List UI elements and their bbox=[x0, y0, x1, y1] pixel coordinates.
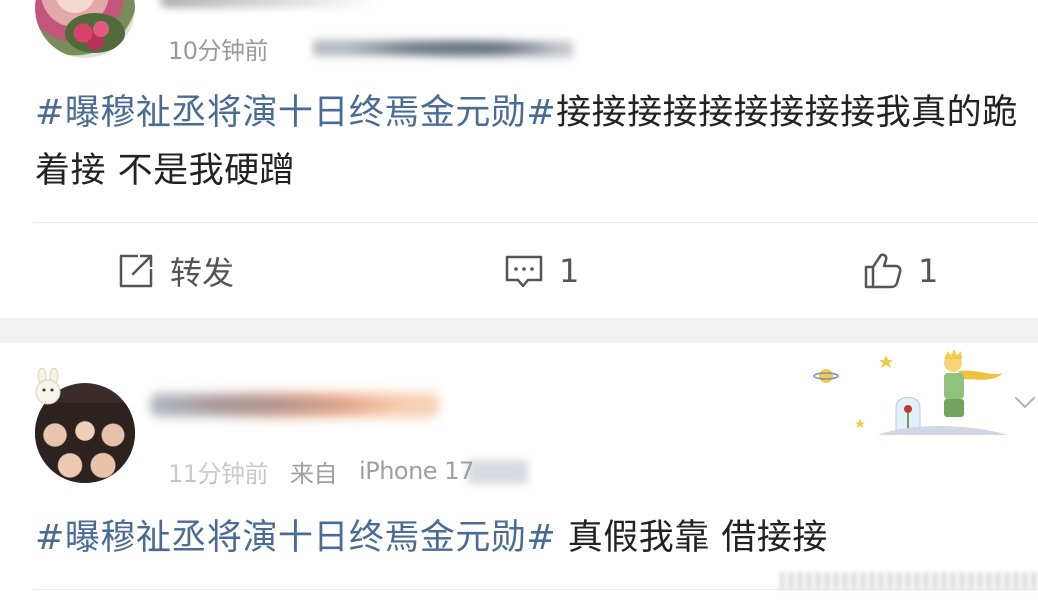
repost-button[interactable]: 转发 bbox=[116, 231, 234, 311]
source-blurred bbox=[313, 35, 573, 61]
weibo-feed: 10分钟前 #曝穆祉丞将演十日终焉金元勋#接接接接接接接接接我真的跪着接 不是我… bbox=[0, 0, 1038, 609]
post-meta: 11分钟前 来自 iPhone 17 bbox=[164, 456, 528, 488]
meta-blur bbox=[164, 458, 274, 484]
comment-count: 1 bbox=[559, 252, 580, 290]
meta-blur bbox=[468, 460, 528, 484]
divider bbox=[33, 222, 1038, 223]
avatar-image bbox=[65, 13, 125, 53]
like-icon bbox=[864, 253, 902, 289]
hashtag-link[interactable]: #曝穆祉丞将演十日终焉金元勋# bbox=[35, 93, 556, 133]
post-content: #曝穆祉丞将演十日终焉金元勋# 真假我靠 借接接 bbox=[35, 509, 1025, 567]
action-bar: 转发 1 1 bbox=[0, 231, 1038, 311]
hashtag-link[interactable]: #曝穆祉丞将演十日终焉金元勋# bbox=[35, 518, 556, 558]
post-time: 10分钟前 bbox=[168, 36, 269, 65]
like-button[interactable]: 1 bbox=[862, 231, 938, 311]
feed-separator bbox=[0, 318, 1038, 343]
avatar-image bbox=[35, 403, 135, 483]
post-meta: 10分钟前 bbox=[168, 33, 573, 65]
username-blurred bbox=[150, 385, 440, 425]
post-body-text: 真假我靠 借接接 bbox=[556, 518, 828, 558]
chevron-down-icon[interactable] bbox=[1014, 396, 1036, 410]
comment-button[interactable]: 1 bbox=[503, 231, 579, 311]
repost-icon bbox=[119, 254, 153, 288]
post-content: #曝穆祉丞将演十日终焉金元勋#接接接接接接接接接我真的跪着接 不是我硬蹭 bbox=[35, 84, 1025, 200]
repost-label: 转发 bbox=[170, 254, 235, 292]
post-card[interactable]: 10分钟前 #曝穆祉丞将演十日终焉金元勋#接接接接接接接接接我真的跪着接 不是我… bbox=[0, 0, 1038, 318]
post-card[interactable]: 11分钟前 来自 iPhone 17 #曝穆祉丞将演十日终焉金元勋# 真假我靠 … bbox=[0, 343, 1038, 609]
username-blurred bbox=[160, 0, 380, 8]
avatar-pendant-icon bbox=[35, 368, 61, 405]
comment-icon bbox=[505, 255, 543, 288]
source-device: iPhone 17 bbox=[359, 457, 474, 485]
like-count: 1 bbox=[918, 252, 939, 290]
source-prefix: 来自 bbox=[290, 459, 338, 488]
avatar[interactable] bbox=[35, 0, 135, 58]
blurred-region bbox=[780, 572, 1038, 590]
card-decoration-icon bbox=[813, 349, 1008, 435]
